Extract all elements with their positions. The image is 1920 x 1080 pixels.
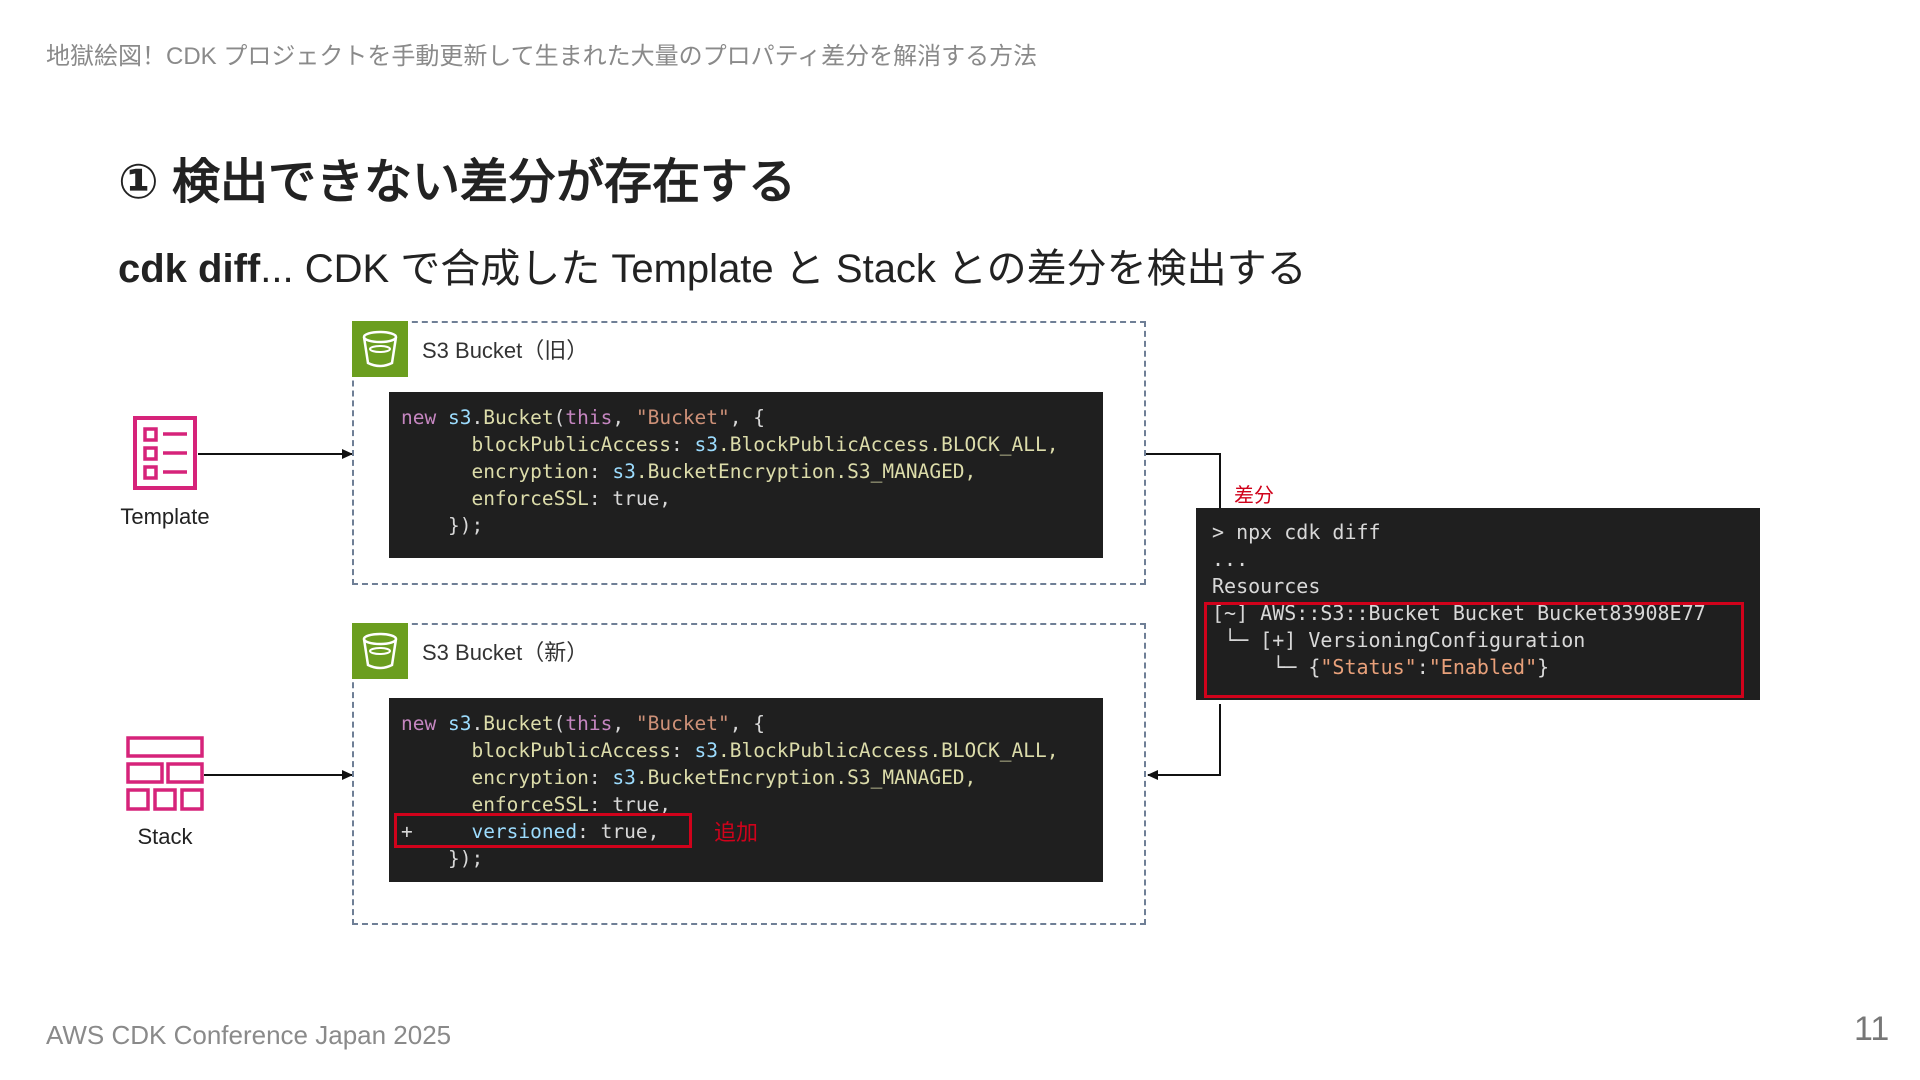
code-token: .BlockPublicAccess.BLOCK_ALL,: [718, 433, 1059, 456]
code-token: .: [471, 712, 484, 735]
s3-bucket-icon: [352, 321, 408, 377]
new-bucket-label: S3 Bucket（新）: [422, 640, 589, 665]
code-token: :: [588, 460, 613, 483]
code-token: .BucketEncryption.S3_MANAGED,: [635, 766, 977, 789]
code-token: true,: [612, 487, 672, 510]
code-token: encryption: [471, 766, 589, 789]
code-token: blockPublicAccess: [471, 433, 672, 456]
old-bucket-code: new s3.Bucket(this, "Bucket", { blockPub…: [389, 392, 1103, 558]
code-token: ,: [612, 406, 636, 429]
code-token: "Bucket": [635, 406, 730, 429]
code-token: encryption: [471, 460, 589, 483]
code-line: enforceSSL: true,: [401, 485, 1091, 512]
code-token: new: [401, 712, 448, 735]
code-line: blockPublicAccess: s3.BlockPublicAccess.…: [401, 431, 1091, 458]
diff-label: 差分: [1234, 485, 1274, 507]
code-line: encryption: s3.BucketEncryption.S3_MANAG…: [401, 764, 1091, 791]
template-label: Template: [120, 504, 210, 529]
code-token: Bucket: [483, 712, 554, 735]
code-token: new: [401, 406, 448, 429]
code-token: s3: [447, 406, 472, 429]
code-line: new s3.Bucket(this, "Bucket", {: [401, 710, 1091, 737]
code-token: s3: [612, 766, 636, 789]
code-line: new s3.Bucket(this, "Bucket", {: [401, 404, 1091, 431]
code-token: enforceSSL: [471, 487, 589, 510]
code-token: "Bucket": [635, 712, 730, 735]
template-icon: [133, 416, 197, 495]
diff-highlight: [1204, 602, 1744, 698]
code-token: :: [671, 739, 695, 762]
old-to-diff-line: [1146, 453, 1221, 512]
code-token: this: [565, 712, 613, 735]
code-line: });: [401, 514, 484, 537]
code-token: s3: [694, 739, 719, 762]
code-token: .BucketEncryption.S3_MANAGED,: [635, 460, 977, 483]
code-token: .: [471, 406, 484, 429]
code-line: });: [401, 847, 484, 870]
terminal-line: Resources: [1212, 574, 1321, 598]
page-number: 11: [1854, 1010, 1890, 1048]
stack-icon: [126, 736, 204, 817]
diff-to-new-arrow: [1147, 704, 1221, 780]
code-token: (: [553, 406, 566, 429]
stack-label: Stack: [137, 824, 193, 849]
code-token: s3: [694, 433, 719, 456]
code-line: blockPublicAccess: s3.BlockPublicAccess.…: [401, 737, 1091, 764]
code-token: :: [671, 433, 695, 456]
terminal-line: ...: [1212, 547, 1249, 571]
event-name: AWS CDK Conference Japan 2025: [46, 1020, 452, 1050]
code-token: .BlockPublicAccess.BLOCK_ALL,: [718, 739, 1059, 762]
code-token: blockPublicAccess: [471, 739, 672, 762]
s3-bucket-icon: [352, 623, 408, 679]
code-token: :: [588, 766, 613, 789]
code-token: (: [553, 712, 566, 735]
code-token: , {: [729, 406, 766, 429]
code-line: encryption: s3.BucketEncryption.S3_MANAG…: [401, 458, 1091, 485]
code-token: , {: [729, 712, 766, 735]
code-token: s3: [447, 712, 472, 735]
added-label: 追加: [714, 820, 759, 845]
terminal-line: > npx cdk diff: [1212, 520, 1381, 544]
code-token: :: [588, 487, 613, 510]
new-bucket-code: new s3.Bucket(this, "Bucket", { blockPub…: [389, 698, 1103, 882]
code-token: ,: [612, 712, 636, 735]
old-bucket-label: S3 Bucket（旧）: [422, 338, 589, 363]
code-token: s3: [612, 460, 636, 483]
code-token: this: [565, 406, 613, 429]
added-line-highlight: [394, 813, 692, 848]
code-token: Bucket: [483, 406, 554, 429]
